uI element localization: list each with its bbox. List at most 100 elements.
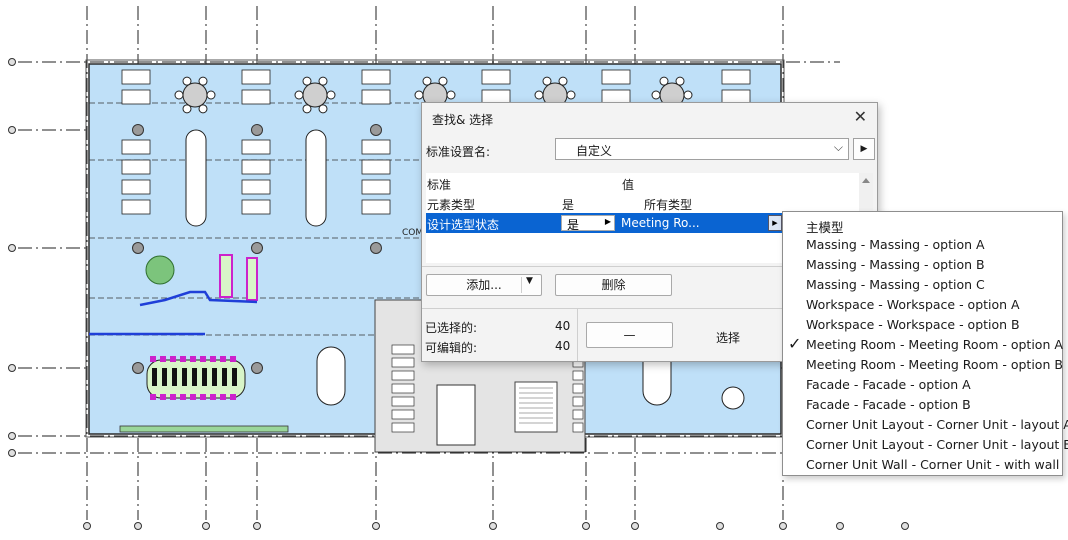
chair	[182, 76, 192, 86]
dropdown-option[interactable]: Massing - Massing - option C	[783, 274, 1062, 294]
chair	[302, 104, 312, 114]
grid-bubble	[8, 449, 16, 457]
selected-element	[219, 254, 233, 298]
grid-bubble	[836, 522, 844, 530]
desk	[361, 179, 391, 195]
selected-label: 已选择的:	[425, 321, 478, 335]
chair	[446, 90, 456, 100]
select-button[interactable]: 选择	[716, 329, 740, 346]
dropdown-option[interactable]: Facade - Facade - option B	[783, 394, 1062, 414]
chair	[318, 104, 328, 114]
selected-chair	[170, 394, 176, 400]
row-op: 是	[567, 218, 580, 232]
chair	[182, 104, 192, 114]
selected-chair	[190, 356, 196, 362]
desk	[121, 179, 151, 195]
selected-chair	[220, 394, 226, 400]
value-header: 值	[622, 178, 635, 192]
dropdown-option-label: Facade - Facade - option B	[806, 397, 971, 412]
toilet	[391, 344, 415, 355]
desk	[241, 159, 271, 175]
toilet	[572, 370, 584, 381]
chair	[294, 90, 304, 100]
close-icon[interactable]: ✕	[854, 107, 867, 126]
desk	[121, 199, 151, 215]
op-select[interactable]: 是 ▶	[561, 215, 615, 232]
desk	[121, 159, 151, 175]
dropdown-option[interactable]: Workspace - Workspace - option B	[783, 314, 1062, 334]
dropdown-option[interactable]: ✓ Meeting Room - Meeting Room - option A	[783, 334, 1063, 354]
minus-button-label: —	[623, 328, 636, 342]
dropdown-option-label: Meeting Room - Meeting Room - option B	[806, 357, 1063, 372]
table-row[interactable]: 元素类型 是 所有类型	[426, 193, 862, 213]
dropdown-option[interactable]: Workspace - Workspace - option A	[783, 294, 1062, 314]
chair	[683, 90, 693, 100]
dropdown-option-label: Corner Unit Layout - Corner Unit - layou…	[806, 417, 1068, 432]
scroll-up-icon[interactable]	[859, 173, 873, 187]
dropdown-option-label: Workspace - Workspace - option B	[806, 317, 1020, 332]
selected-chair-back	[192, 368, 197, 386]
dropdown-option[interactable]: Massing - Massing - option B	[783, 254, 1062, 274]
selected-chair	[220, 356, 226, 362]
desk	[121, 69, 151, 85]
desk	[241, 179, 271, 195]
editable-label: 可编辑的:	[425, 341, 478, 355]
selected-chair-back	[182, 368, 187, 386]
desk	[361, 89, 391, 105]
dropdown-option[interactable]: Meeting Room - Meeting Room - option B	[783, 354, 1063, 374]
selected-chair-back	[232, 368, 237, 386]
elevator	[436, 384, 476, 446]
dropdown-option[interactable]: Corner Unit Wall - Corner Unit - with wa…	[783, 454, 1062, 474]
standard-set-select[interactable]: 自定义 ⌵	[555, 138, 849, 160]
chair	[206, 90, 216, 100]
desk	[241, 89, 271, 105]
selected-chair	[170, 356, 176, 362]
column	[132, 242, 144, 254]
oval-table	[305, 129, 327, 227]
dropdown-option[interactable]: Facade - Facade - option A	[783, 374, 1062, 394]
criterion-header: 标准	[427, 178, 452, 192]
grid-bubble	[202, 522, 210, 530]
add-button[interactable]: 添加...	[426, 274, 542, 296]
expand-options-button[interactable]: ▶	[768, 215, 782, 231]
dialog-title: 查找& 选择	[432, 113, 494, 127]
desk	[601, 69, 631, 85]
dropdown-option-label: Facade - Facade - option A	[806, 377, 971, 392]
delete-button[interactable]: 删除	[555, 274, 672, 296]
grid-bubble	[8, 126, 16, 134]
dropdown-option[interactable]: Corner Unit Layout - Corner Unit - layou…	[783, 434, 1068, 454]
selected-chair	[230, 356, 236, 362]
selected-chair	[200, 356, 206, 362]
toilet	[391, 409, 415, 420]
minus-button[interactable]: —	[586, 322, 673, 348]
toilet	[391, 383, 415, 394]
toilet	[391, 357, 415, 368]
column	[251, 124, 263, 136]
chair	[566, 90, 576, 100]
selected-wall-green	[119, 425, 289, 433]
chair	[438, 76, 448, 86]
add-dropdown-icon[interactable]: ▼	[526, 276, 533, 286]
dropdown-option-label: Massing - Massing - option C	[806, 277, 985, 292]
desk	[481, 69, 511, 85]
dropdown-option[interactable]: Massing - Massing - option A	[783, 234, 1062, 254]
dropdown-option-label: Massing - Massing - option B	[806, 257, 985, 272]
selected-chair	[150, 356, 156, 362]
chair	[326, 90, 336, 100]
row-value: Meeting Ro...	[621, 216, 700, 230]
column	[251, 242, 263, 254]
play-arrow-button[interactable]: ▶	[853, 138, 875, 160]
dropdown-option[interactable]: Corner Unit Layout - Corner Unit - layou…	[783, 414, 1068, 434]
desk	[121, 89, 151, 105]
toilet	[572, 396, 584, 407]
chair	[558, 76, 568, 86]
desk	[241, 139, 271, 155]
grid-bubble	[582, 522, 590, 530]
desk	[361, 139, 391, 155]
desk	[361, 69, 391, 85]
dropdown-option[interactable]: 主模型	[783, 214, 1062, 235]
delete-button-label: 删除	[601, 278, 626, 292]
dropdown-option-label: Corner Unit Wall - Corner Unit - with wa…	[806, 457, 1060, 472]
selected-chair	[160, 394, 166, 400]
add-split-divider	[521, 277, 522, 293]
